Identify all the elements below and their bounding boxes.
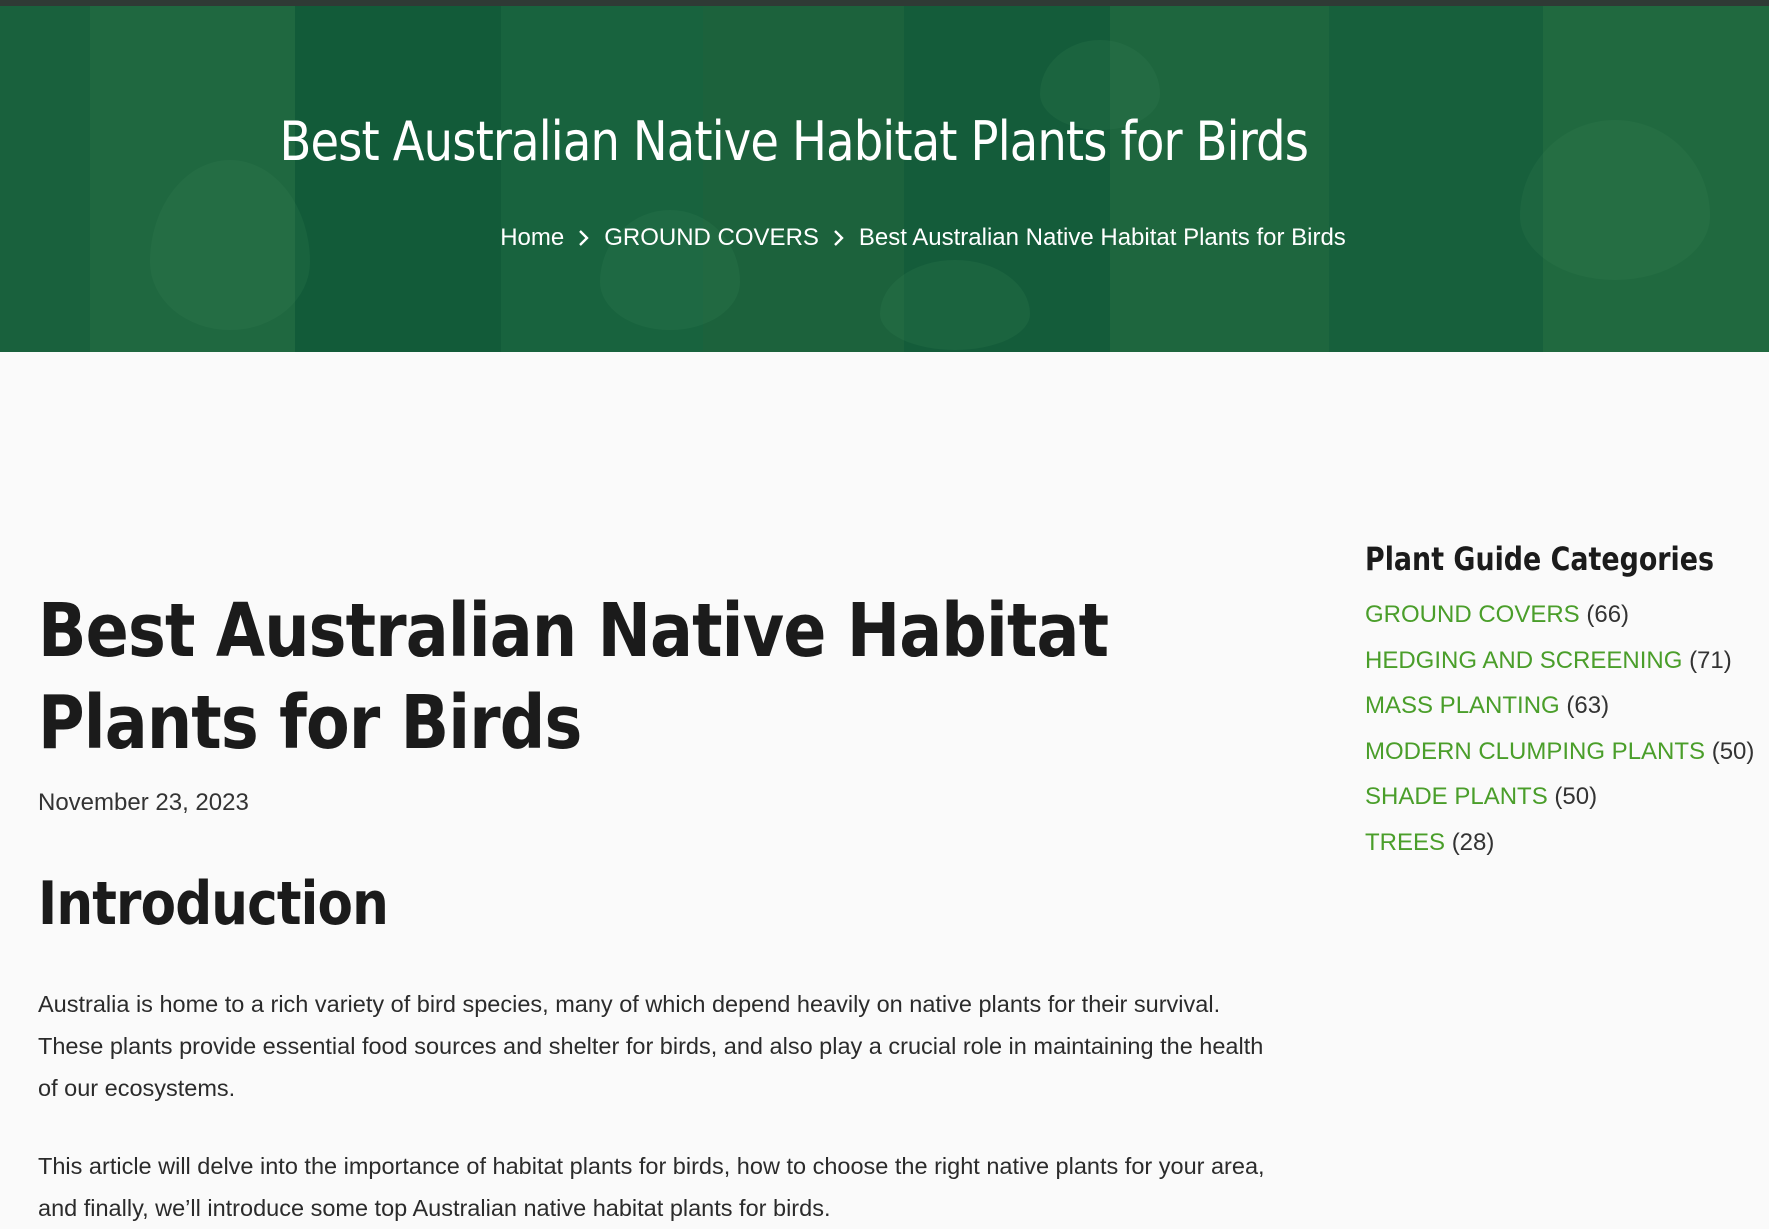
category-count: (71) [1689, 646, 1732, 674]
category-count: (50) [1554, 783, 1598, 810]
breadcrumb-home-link[interactable]: Home [500, 224, 564, 252]
breadcrumb-category-link[interactable]: GROUND COVERS [604, 224, 819, 252]
category-link-hedging-and-screening[interactable]: HEDGING AND SCREENING [1365, 647, 1682, 674]
article: Best Australian Native Habitat Plants fo… [38, 585, 1288, 1229]
breadcrumb: Home GROUND COVERS Best Australian Nativ… [0, 224, 1769, 252]
paragraph: Australia is home to a rich variety of b… [38, 991, 1264, 1101]
chevron-right-icon [819, 227, 859, 250]
sidebar: Plant Guide Categories GROUND COVERS (66… [1365, 540, 1765, 865]
category-item: GROUND COVERS (66) [1365, 592, 1765, 638]
category-link-shade-plants[interactable]: SHADE PLANTS [1365, 783, 1548, 810]
category-list: GROUND COVERS (66) HEDGING AND SCREENING… [1365, 592, 1765, 865]
post-date: November 23, 2023 [38, 789, 249, 816]
hero-banner: Best Australian Native Habitat Plants fo… [0, 0, 1769, 352]
breadcrumb-current: Best Australian Native Habitat Plants fo… [858, 224, 1346, 251]
category-link-ground-covers[interactable]: GROUND COVERS [1365, 601, 1580, 628]
category-count: (28) [1451, 828, 1495, 856]
category-link-trees[interactable]: TREES [1365, 829, 1445, 856]
category-count: (66) [1586, 601, 1630, 628]
category-item: MASS PLANTING (63) [1365, 683, 1765, 729]
category-item: HEDGING AND SCREENING (71) [1365, 638, 1765, 684]
category-link-mass-planting[interactable]: MASS PLANTING [1365, 692, 1560, 719]
category-count: (50) [1711, 737, 1755, 765]
post-title: Best Australian Native Habitat Plants fo… [38, 588, 1109, 766]
category-item: SHADE PLANTS (50) [1365, 774, 1765, 820]
category-count: (63) [1566, 692, 1610, 719]
sidebar-title: Plant Guide Categories [1365, 540, 1714, 578]
chevron-right-icon [564, 227, 604, 250]
hero-title: Best Australian Native Habitat Plants fo… [279, 110, 1309, 173]
section-heading-introduction: Introduction [38, 869, 389, 939]
paragraph: This article will delve into the importa… [38, 1153, 1265, 1221]
category-item: MODERN CLUMPING PLANTS (50) [1365, 729, 1765, 775]
green-overlay [0, 6, 1769, 352]
category-item: TREES (28) [1365, 820, 1765, 866]
category-link-modern-clumping-plants[interactable]: MODERN CLUMPING PLANTS [1365, 738, 1705, 765]
